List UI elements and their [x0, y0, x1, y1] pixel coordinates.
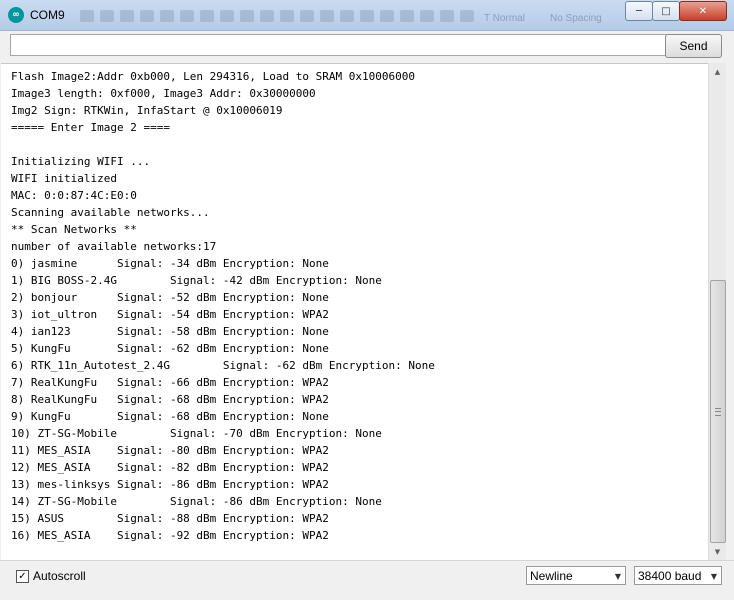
- ghost-icon: [400, 10, 414, 22]
- background-toolbar-ghost: [80, 10, 474, 24]
- output-line: 2) bonjour Signal: -52 dBm Encryption: N…: [11, 291, 329, 304]
- output-line: WIFI initialized: [11, 172, 117, 185]
- output-line: number of available networks:17: [11, 240, 217, 253]
- output-line: Img2 Sign: RTKWin, InfaStart @ 0x1000601…: [11, 104, 283, 117]
- output-line: ===== Enter Image 2 ====: [11, 121, 170, 134]
- ghost-icon: [180, 10, 194, 22]
- output-line: 10) ZT-SG-Mobile Signal: -70 dBm Encrypt…: [11, 427, 382, 440]
- output-line: 15) ASUS Signal: -88 dBm Encryption: WPA…: [11, 512, 329, 525]
- ghost-icon: [200, 10, 214, 22]
- output-line: Scanning available networks...: [11, 206, 210, 219]
- ghost-icon: [300, 10, 314, 22]
- scroll-up-icon: ▲: [714, 67, 721, 76]
- output-line: 3) iot_ultron Signal: -54 dBm Encryption…: [11, 308, 329, 321]
- output-line: Image3 length: 0xf000, Image3 Addr: 0x30…: [11, 87, 316, 100]
- ghost-icon: [240, 10, 254, 22]
- serial-output[interactable]: Flash Image2:Addr 0xb000, Len 294316, Lo…: [1, 63, 708, 561]
- ghost-icon: [380, 10, 394, 22]
- output-line: 14) ZT-SG-Mobile Signal: -86 dBm Encrypt…: [11, 495, 382, 508]
- serial-output-text: Flash Image2:Addr 0xb000, Len 294316, Lo…: [11, 68, 435, 544]
- scroll-down-button[interactable]: ▼: [709, 543, 726, 560]
- output-line: 13) mes-linksys Signal: -86 dBm Encrypti…: [11, 478, 329, 491]
- ghost-icon: [440, 10, 454, 22]
- ghost-icon: [140, 10, 154, 22]
- chevron-down-icon: ▼: [614, 572, 621, 581]
- chevron-down-icon: ▼: [710, 572, 717, 581]
- close-button[interactable]: ✕: [679, 1, 727, 21]
- ghost-icon: [80, 10, 94, 22]
- baud-rate-value: 38400 baud: [638, 569, 702, 583]
- ghost-icon: [220, 10, 234, 22]
- minimize-button[interactable]: ─: [625, 1, 653, 21]
- output-line: 1) BIG BOSS-2.4G Signal: -42 dBm Encrypt…: [11, 274, 382, 287]
- output-line: 7) RealKungFu Signal: -66 dBm Encryption…: [11, 376, 329, 389]
- window-title: COM9: [30, 8, 65, 22]
- scroll-down-icon: ▼: [714, 547, 721, 556]
- output-line: 0) jasmine Signal: -34 dBm Encryption: N…: [11, 257, 329, 270]
- title-bar: ∞ COM9 T Normal No Spacing ─ □ ✕: [0, 0, 734, 31]
- serial-input[interactable]: [10, 34, 667, 56]
- close-icon: ✕: [698, 5, 708, 17]
- ghost-icon: [280, 10, 294, 22]
- line-ending-value: Newline: [530, 569, 573, 583]
- output-line: ** Scan Networks **: [11, 223, 137, 236]
- output-line: Initializing WIFI ...: [11, 155, 151, 168]
- ghost-icon: [340, 10, 354, 22]
- autoscroll-label: Autoscroll: [33, 569, 86, 583]
- output-line: 16) MES_ASIA Signal: -92 dBm Encryption:…: [11, 529, 329, 542]
- checkmark-icon: ✓: [18, 571, 27, 582]
- output-line: 12) MES_ASIA Signal: -82 dBm Encryption:…: [11, 461, 329, 474]
- ghost-icon: [320, 10, 334, 22]
- line-ending-select[interactable]: Newline ▼: [526, 566, 626, 585]
- ghost-icon: [460, 10, 474, 22]
- ghost-icon: [160, 10, 174, 22]
- output-line: MAC: 0:0:87:4C:E0:0: [11, 189, 137, 202]
- grip-icon: [715, 407, 721, 416]
- ghost-icon: [100, 10, 114, 22]
- ghost-icon: [120, 10, 134, 22]
- minimize-icon: ─: [635, 5, 643, 17]
- arduino-logo-icon: ∞: [8, 7, 24, 23]
- send-button[interactable]: Send: [665, 34, 722, 58]
- ghost-icon: [420, 10, 434, 22]
- output-line: 4) ian123 Signal: -58 dBm Encryption: No…: [11, 325, 329, 338]
- output-line: 9) KungFu Signal: -68 dBm Encryption: No…: [11, 410, 329, 423]
- output-line: 11) MES_ASIA Signal: -80 dBm Encryption:…: [11, 444, 329, 457]
- output-line: 6) RTK_11n_Autotest_2.4G Signal: -62 dBm…: [11, 359, 435, 372]
- output-line: 8) RealKungFu Signal: -68 dBm Encryption…: [11, 393, 329, 406]
- ghost-icon: [260, 10, 274, 22]
- vertical-scrollbar[interactable]: ▲ ▼: [708, 63, 726, 560]
- output-line: 5) KungFu Signal: -62 dBm Encryption: No…: [11, 342, 329, 355]
- baud-rate-select[interactable]: 38400 baud ▼: [634, 566, 722, 585]
- autoscroll-checkbox[interactable]: ✓: [16, 570, 29, 583]
- ghost-icon: [360, 10, 374, 22]
- scroll-thumb[interactable]: [710, 280, 726, 543]
- status-bar: ✓ Autoscroll Newline ▼ 38400 baud ▼: [0, 560, 734, 600]
- maximize-icon: □: [661, 5, 671, 17]
- output-line: Flash Image2:Addr 0xb000, Len 294316, Lo…: [11, 70, 415, 83]
- ghost-style-label: T Normal: [484, 13, 525, 24]
- ghost-style-label: No Spacing: [550, 13, 602, 24]
- maximize-button[interactable]: □: [652, 1, 680, 21]
- send-bar: Send: [0, 31, 734, 63]
- scroll-up-button[interactable]: ▲: [709, 63, 726, 80]
